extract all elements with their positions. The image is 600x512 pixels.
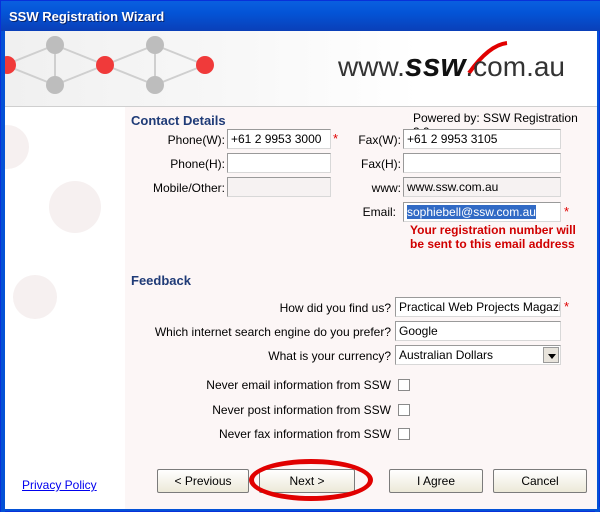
cancel-button[interactable]: Cancel bbox=[493, 469, 587, 493]
email-label: Email: bbox=[362, 205, 396, 219]
website-label: www: bbox=[371, 181, 401, 195]
mobile-label: Mobile/Other: bbox=[152, 181, 225, 195]
email-required-mark: * bbox=[564, 204, 570, 219]
window-title: SSW Registration Wizard bbox=[9, 9, 165, 24]
currency-selected-value: Australian Dollars bbox=[399, 348, 494, 362]
title-bar[interactable]: SSW Registration Wizard bbox=[1, 1, 600, 31]
phone-work-label: Phone(W): bbox=[167, 133, 225, 147]
phone-home-field[interactable] bbox=[227, 153, 331, 173]
side-decoration bbox=[5, 125, 101, 319]
header-banner: www.ssw.com.au bbox=[5, 31, 597, 107]
never-post-checkbox[interactable] bbox=[398, 404, 410, 416]
logo-suffix: .com.au bbox=[465, 51, 565, 82]
agree-button[interactable]: I Agree bbox=[389, 469, 483, 493]
find-us-required-mark: * bbox=[564, 299, 570, 314]
chevron-down-icon[interactable] bbox=[543, 347, 559, 363]
fax-work-field[interactable]: +61 2 9953 3105 bbox=[403, 129, 561, 149]
privacy-policy-link[interactable]: Privacy Policy bbox=[22, 478, 97, 492]
phone-work-field[interactable]: +61 2 9953 3000 bbox=[227, 129, 331, 149]
never-fax-label: Never fax information from SSW bbox=[218, 427, 391, 441]
wizard-content: Powered by: SSW Registration 3.9 Contact… bbox=[5, 107, 597, 509]
ssw-logo: www.ssw.com.au bbox=[338, 47, 565, 84]
feedback-heading: Feedback bbox=[131, 273, 191, 288]
wizard-window: SSW Registration Wizard www.ssw.com.au P… bbox=[0, 0, 600, 512]
email-field-selected-text: sophiebell@ssw.com.au bbox=[407, 205, 536, 219]
never-fax-checkbox[interactable] bbox=[398, 428, 410, 440]
search-engine-field[interactable]: Google bbox=[395, 321, 561, 341]
email-field[interactable]: sophiebell@ssw.com.au bbox=[403, 202, 561, 222]
phone-work-required-mark: * bbox=[333, 131, 339, 146]
email-note-line2: be sent to this email address bbox=[410, 237, 575, 251]
never-email-checkbox[interactable] bbox=[398, 379, 410, 391]
never-post-label: Never post information from SSW bbox=[212, 403, 391, 417]
fax-work-label: Fax(W): bbox=[358, 133, 401, 147]
previous-button[interactable]: < Previous bbox=[157, 469, 249, 493]
phone-home-label: Phone(H): bbox=[170, 157, 225, 171]
currency-select[interactable]: Australian Dollars bbox=[395, 345, 561, 365]
fax-home-label: Fax(H): bbox=[361, 157, 401, 171]
website-field[interactable]: www.ssw.com.au bbox=[403, 177, 561, 197]
email-note-line1: Your registration number will bbox=[410, 223, 576, 237]
mobile-field[interactable] bbox=[227, 177, 331, 197]
currency-label: What is your currency? bbox=[268, 349, 391, 363]
contact-details-heading: Contact Details bbox=[131, 113, 226, 128]
network-graphic bbox=[5, 36, 214, 94]
fax-home-field[interactable] bbox=[403, 153, 561, 173]
find-us-label: How did you find us? bbox=[279, 301, 391, 315]
never-email-label: Never email information from SSW bbox=[206, 378, 391, 392]
search-engine-label: Which internet search engine do you pref… bbox=[154, 325, 391, 339]
find-us-field[interactable]: Practical Web Projects Magazine bbox=[395, 297, 561, 317]
logo-prefix: www. bbox=[338, 51, 405, 82]
logo-brand: ssw bbox=[404, 47, 466, 83]
next-button-highlight-circle bbox=[249, 459, 373, 501]
